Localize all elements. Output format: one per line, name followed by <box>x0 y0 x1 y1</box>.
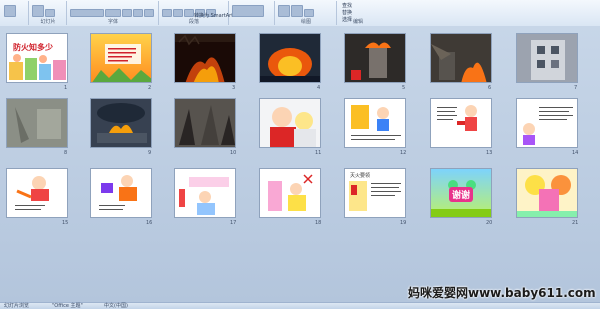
slide-number: 21 <box>572 220 579 226</box>
slide-illustration <box>175 34 235 82</box>
slide-thumbnail[interactable] <box>516 168 578 218</box>
slide-illustration <box>517 34 577 82</box>
slide-thumbnail[interactable] <box>90 98 152 148</box>
slide-thumbnail[interactable] <box>174 168 236 218</box>
slide-number: 15 <box>62 220 69 226</box>
slide-number: 5 <box>402 85 406 91</box>
ribbon-group-paragraph: 转换为 SmartArt 段落 <box>160 1 233 25</box>
slide-number: 13 <box>486 150 493 156</box>
slide-number: 11 <box>315 150 322 156</box>
italic-button[interactable] <box>133 9 143 17</box>
slide-illustration <box>260 169 320 217</box>
layout-button[interactable] <box>45 9 55 17</box>
slide-illustration <box>91 99 151 147</box>
slide-number: 8 <box>64 150 68 156</box>
watermark-text: 妈咪爱婴网www.baby611.com <box>408 286 596 300</box>
slide-thumbnail[interactable] <box>6 168 68 218</box>
shape-fill-button[interactable] <box>304 9 314 17</box>
underline-button[interactable] <box>144 9 154 17</box>
slide-thumbnail[interactable] <box>344 33 406 83</box>
slide-number: 6 <box>488 85 492 91</box>
bullets-button[interactable] <box>162 9 172 17</box>
slide-illustration <box>7 99 67 147</box>
slide-illustration <box>517 169 577 217</box>
ribbon-group-shapes <box>230 1 275 25</box>
slide-thumbnail[interactable] <box>259 33 321 83</box>
ribbon-group-label: 幻灯片 <box>40 19 56 25</box>
slide-thumbnail[interactable] <box>430 33 492 83</box>
paste-button[interactable] <box>4 5 16 17</box>
slide-illustration <box>7 169 67 217</box>
slide-number: 19 <box>400 220 407 226</box>
ribbon-group-label: 编辑 <box>352 19 363 25</box>
font-family-select[interactable] <box>70 9 104 17</box>
slide-number: 10 <box>230 150 237 156</box>
slide-sorter-pane: 防火知多少 灭火要领 谢谢 1 2 3 4 5 6 7 8 9 10 11 12… <box>0 26 600 302</box>
slide-number: 7 <box>574 85 578 91</box>
new-slide-button[interactable] <box>32 5 44 17</box>
slide-number: 4 <box>317 85 321 91</box>
slide-thumbnail[interactable]: 谢谢 <box>430 168 492 218</box>
arrange-button[interactable] <box>278 5 290 17</box>
slide-thumbnail[interactable]: 灭火要领 <box>344 168 406 218</box>
shapes-gallery[interactable] <box>232 5 264 17</box>
slide-thumbnail[interactable]: 防火知多少 <box>6 33 68 83</box>
ribbon-group-editing: 查找 替换 选择 编辑 <box>338 1 378 25</box>
ribbon-group-label: 段落 <box>188 19 199 25</box>
slide-thumbnail[interactable] <box>6 98 68 148</box>
slide-number: 2 <box>148 85 152 91</box>
slide-illustration <box>349 181 401 211</box>
slide-number: 20 <box>486 220 493 226</box>
slide-thumbnail[interactable] <box>516 98 578 148</box>
slide-thumbnail[interactable] <box>90 33 152 83</box>
slide-thumbnail[interactable] <box>174 98 236 148</box>
numbering-button[interactable] <box>173 9 183 17</box>
slide-illustration <box>431 34 491 82</box>
slide-thumbnail[interactable] <box>90 168 152 218</box>
bold-button[interactable] <box>122 9 132 17</box>
slide-thumbnail[interactable] <box>516 33 578 83</box>
status-language-label: 中文(中国) <box>104 303 128 309</box>
quick-styles-button[interactable] <box>291 5 303 17</box>
slide-illustration <box>91 169 151 217</box>
ribbon-group-slides: 幻灯片 <box>30 1 67 36</box>
slide-illustration <box>517 99 577 147</box>
thanks-text: 谢谢 <box>449 187 474 202</box>
slide-number: 3 <box>232 85 236 91</box>
slide-title: 防火知多少 <box>13 43 53 52</box>
slide-illustration <box>260 34 320 82</box>
slide-illustration <box>345 34 405 82</box>
ribbon-group-label: 字体 <box>107 19 118 25</box>
slide-number: 18 <box>315 220 322 226</box>
slide-number: 1 <box>64 85 68 91</box>
slide-number: 12 <box>400 150 407 156</box>
slide-illustration <box>431 99 491 147</box>
font-size-select[interactable] <box>105 9 121 17</box>
ribbon-group-clipboard <box>2 1 29 25</box>
slide-illustration <box>175 169 235 217</box>
status-theme-label: "Office 主题" <box>52 303 83 309</box>
ribbon-group-font: 字体 <box>68 1 159 25</box>
slide-illustration <box>260 99 320 147</box>
slide-thumbnail[interactable] <box>430 98 492 148</box>
indent-button[interactable] <box>184 9 194 17</box>
ribbon: 幻灯片 字体 转换为 SmartArt 段落 绘图 查找 替换 选择 编辑 <box>0 0 600 36</box>
slide-number: 9 <box>148 150 152 156</box>
ribbon-group-label <box>230 19 274 25</box>
slide-illustration <box>91 34 151 82</box>
status-view-label: 幻灯片浏览 <box>4 303 30 309</box>
slide-thumbnail[interactable] <box>259 98 321 148</box>
slide-number: 14 <box>572 150 579 156</box>
slide-illustration <box>345 99 405 147</box>
slide-thumbnail[interactable] <box>344 98 406 148</box>
slide-thumbnail[interactable] <box>259 168 321 218</box>
slide-illustration <box>175 99 235 147</box>
ribbon-group-drawing: 绘图 <box>276 1 337 25</box>
slide-thumbnail[interactable] <box>174 33 236 83</box>
ribbon-group-label <box>2 19 28 25</box>
slide-number: 17 <box>230 220 237 226</box>
ribbon-group-label: 绘图 <box>300 19 311 25</box>
slide-number: 16 <box>146 220 153 226</box>
